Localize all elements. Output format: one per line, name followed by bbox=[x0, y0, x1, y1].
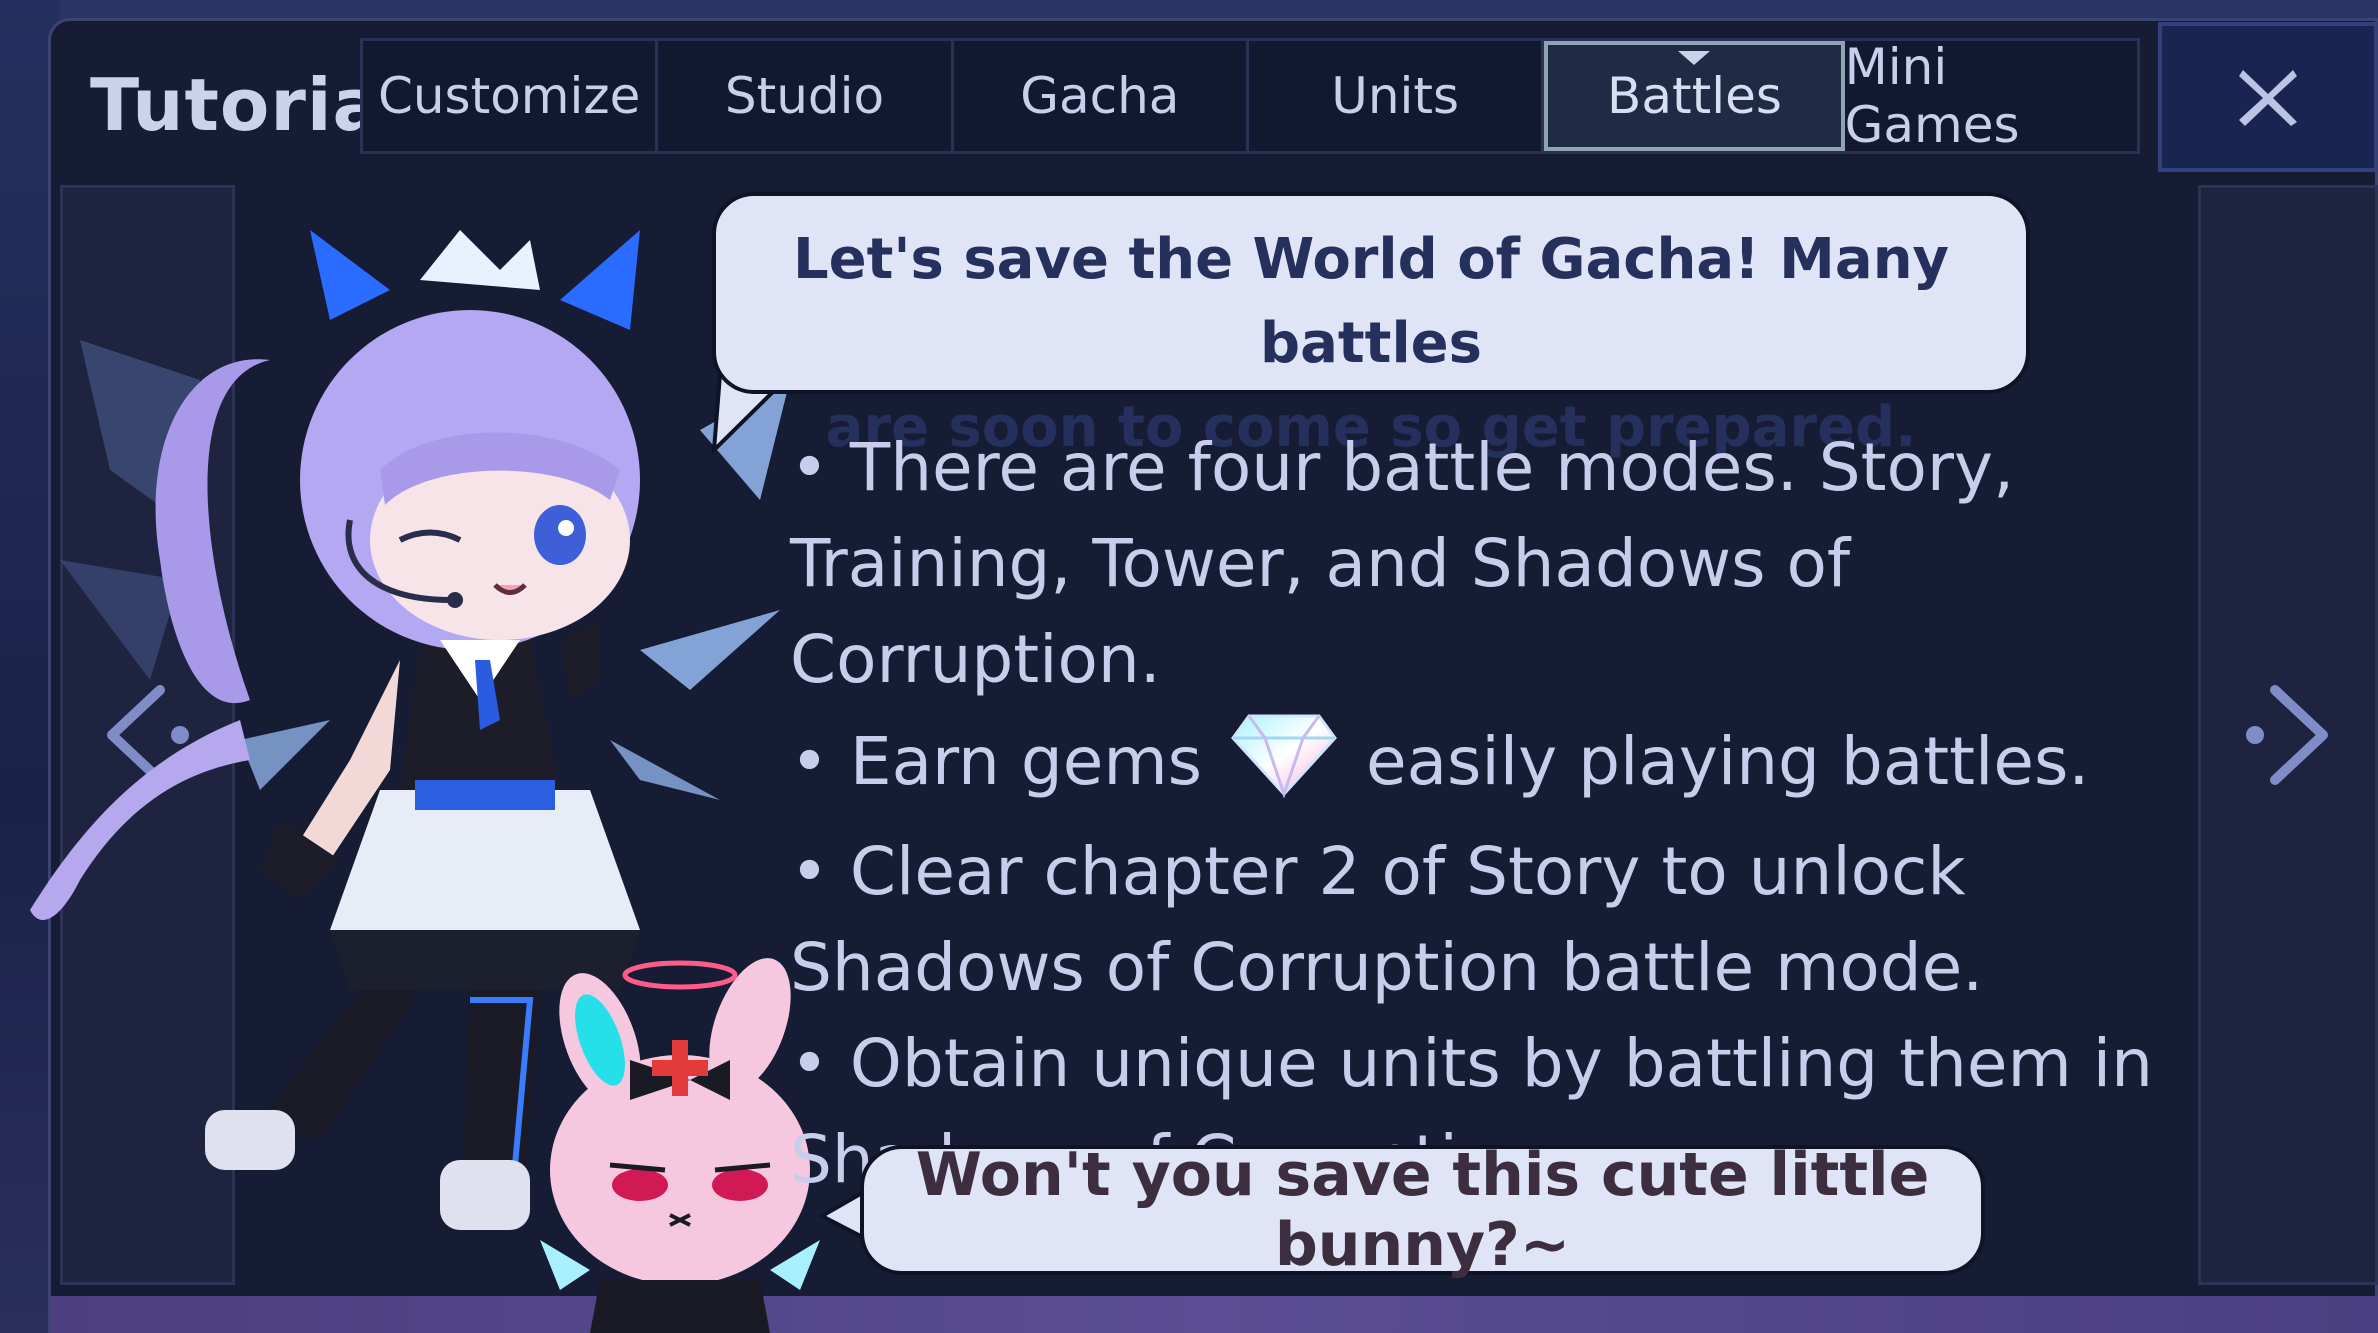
speech-bubble-top: Let's save the World of Gacha! Many batt… bbox=[712, 192, 2030, 460]
next-button[interactable] bbox=[2235, 680, 2335, 794]
bullet-unlock-shadows: • Clear chapter 2 of Story to unlock Sha… bbox=[790, 833, 1984, 1006]
tutorial-content: • There are four battle modes. Story, Tr… bbox=[790, 420, 2190, 1208]
tab-units[interactable]: Units bbox=[1249, 41, 1545, 151]
gem-icon bbox=[1229, 708, 1339, 824]
bullet-earn-gems-start: • Earn gems bbox=[790, 723, 1203, 801]
speech-bubble-top-line-1: Let's save the World of Gacha! Many batt… bbox=[792, 227, 1950, 376]
bullet-earn-gems-end: easily playing battles. bbox=[1366, 723, 2090, 801]
chevron-right-icon bbox=[2246, 685, 2328, 785]
active-tab-caret-icon bbox=[1678, 51, 1711, 65]
bullet-battle-modes: • There are four battle modes. Story, Tr… bbox=[790, 429, 2015, 698]
speech-bubble-bottom-text: Won't you save this cute little bunny?~ bbox=[915, 1140, 1930, 1280]
close-icon bbox=[2239, 70, 2297, 126]
close-button[interactable] bbox=[2158, 22, 2378, 172]
speech-bubble-bottom: Won't you save this cute little bunny?~ bbox=[860, 1140, 1985, 1280]
bullet-earn-gems: • Earn gems easily playing battles. bbox=[790, 708, 2190, 824]
tab-gacha[interactable]: Gacha bbox=[954, 41, 1249, 151]
tab-mini-games[interactable]: Mini Games bbox=[1845, 38, 2137, 154]
tab-battles-label: Battles bbox=[1607, 67, 1782, 125]
tab-battles[interactable]: Battles bbox=[1544, 41, 1845, 151]
